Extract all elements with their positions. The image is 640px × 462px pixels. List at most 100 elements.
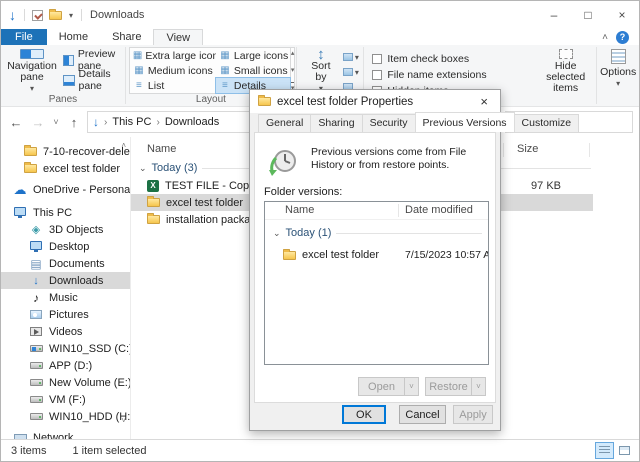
hide-selected-items-button[interactable]: Hide selected items bbox=[537, 49, 595, 94]
add-columns-button[interactable]: ▾ bbox=[343, 65, 359, 79]
tab-file[interactable]: File bbox=[1, 29, 47, 45]
gallery-down-icon[interactable]: ▾ bbox=[291, 66, 295, 74]
sidebar-item-onedrive[interactable]: ☁ OneDrive - Personal bbox=[1, 181, 130, 198]
open-dropdown-icon[interactable]: ˅ bbox=[404, 377, 419, 396]
file-name: TEST FILE - Copy bbox=[165, 180, 255, 192]
chevron-down-icon[interactable]: ⌄ bbox=[139, 163, 147, 174]
version-date: 7/15/2023 10:57 AM bbox=[405, 249, 489, 261]
column-divider[interactable] bbox=[589, 143, 590, 157]
gallery-up-icon[interactable]: ▴ bbox=[291, 49, 295, 57]
cancel-button[interactable]: Cancel bbox=[399, 405, 446, 424]
sort-by-button[interactable]: ↕ Sort by ▾ bbox=[305, 49, 337, 94]
sidebar-item-pictures[interactable]: Pictures bbox=[1, 306, 130, 323]
versions-column-date[interactable]: Date modified bbox=[405, 204, 473, 216]
versions-group-today[interactable]: ⌄ Today (1) bbox=[265, 224, 488, 242]
group-by-button[interactable]: ▾ bbox=[343, 50, 359, 64]
thumbnail-view-toggle[interactable] bbox=[616, 443, 633, 458]
column-header-name[interactable]: Name bbox=[147, 143, 176, 155]
forward-button[interactable]: → bbox=[29, 115, 47, 130]
column-divider[interactable] bbox=[503, 143, 504, 157]
tab-home[interactable]: Home bbox=[47, 29, 100, 45]
layout-list[interactable]: ≡List bbox=[130, 78, 216, 93]
open-button[interactable]: Open bbox=[358, 377, 404, 396]
back-button[interactable]: ← bbox=[7, 115, 25, 130]
breadcrumb-this-pc[interactable]: This PC bbox=[112, 116, 151, 128]
qat-customize-caret-icon[interactable]: ▾ bbox=[69, 11, 73, 20]
column-divider[interactable] bbox=[398, 204, 399, 217]
sidebar-item-label: Pictures bbox=[49, 309, 89, 321]
help-icon[interactable]: ? bbox=[616, 31, 629, 44]
sidebar-item-documents[interactable]: ▤ Documents bbox=[1, 255, 130, 272]
dialog-titlebar: excel test folder Properties × bbox=[250, 90, 500, 113]
column-header-size[interactable]: Size bbox=[517, 143, 538, 155]
apply-button[interactable]: Apply bbox=[453, 405, 493, 424]
dialog-tab-sharing[interactable]: Sharing bbox=[310, 114, 362, 132]
folder-versions-list[interactable]: Name Date modified ⌄ Today (1) excel tes… bbox=[264, 201, 489, 365]
navigation-pane-button[interactable]: Navigation pane ▾ bbox=[7, 49, 57, 94]
panes-group-label: Panes bbox=[1, 94, 125, 105]
sidebar-item-label: 3D Objects bbox=[49, 224, 103, 236]
sidebar-item-recover-folder[interactable]: 7-10-recover-delete bbox=[1, 143, 130, 160]
preview-pane-button[interactable]: Preview pane bbox=[63, 51, 125, 69]
layout-small-icons[interactable]: ▦Small icons bbox=[216, 63, 290, 78]
layout-extra-large-icons[interactable]: ▦Extra large icons bbox=[130, 48, 216, 63]
tab-view[interactable]: View bbox=[153, 29, 203, 45]
restore-dropdown-icon[interactable]: ˅ bbox=[471, 377, 486, 396]
ok-button[interactable]: OK bbox=[342, 405, 386, 424]
picture-icon bbox=[30, 310, 42, 319]
divider bbox=[336, 233, 482, 234]
item-check-boxes-label: Item check boxes bbox=[387, 53, 469, 65]
sidebar-item-win10-ssd[interactable]: WIN10_SSD (C:) bbox=[1, 340, 130, 357]
maximize-button[interactable]: □ bbox=[571, 1, 605, 29]
minimize-button[interactable]: – bbox=[537, 1, 571, 29]
qat-properties-icon[interactable] bbox=[32, 10, 43, 21]
breadcrumb-downloads[interactable]: Downloads bbox=[165, 116, 219, 128]
checkbox-icon[interactable] bbox=[372, 54, 382, 64]
dialog-tab-customize[interactable]: Customize bbox=[514, 114, 580, 132]
sidebar-item-this-pc[interactable]: This PC bbox=[1, 204, 130, 221]
scroll-up-icon[interactable]: ˄ bbox=[121, 141, 126, 150]
tab-share[interactable]: Share bbox=[100, 29, 153, 45]
scroll-down-icon[interactable]: ˅ bbox=[121, 416, 126, 425]
restore-button[interactable]: Restore bbox=[425, 377, 471, 396]
sidebar-item-new-volume[interactable]: New Volume (E:) bbox=[1, 374, 130, 391]
sidebar-item-label: Desktop bbox=[49, 241, 89, 253]
sidebar-item-3d-objects[interactable]: ◈ 3D Objects bbox=[1, 221, 130, 238]
up-button[interactable]: ↑ bbox=[65, 115, 83, 130]
sidebar-item-videos[interactable]: Videos bbox=[1, 323, 130, 340]
sidebar-item-music[interactable]: ♪ Music bbox=[1, 289, 130, 306]
checkbox-icon[interactable] bbox=[372, 70, 382, 80]
layout-item-label: Extra large icons bbox=[145, 50, 216, 62]
version-row-excel-test-folder[interactable]: excel test folder 7/15/2023 10:57 AM bbox=[265, 246, 488, 264]
dialog-tab-general[interactable]: General bbox=[258, 114, 311, 132]
file-name-extensions-option[interactable]: File name extensions bbox=[372, 67, 535, 83]
details-view-toggle[interactable] bbox=[596, 443, 613, 458]
dialog-tab-security[interactable]: Security bbox=[362, 114, 416, 132]
details-view-icon bbox=[599, 446, 610, 455]
details-pane-button[interactable]: Details pane bbox=[63, 71, 125, 89]
chevron-down-icon[interactable]: ⌄ bbox=[273, 228, 281, 239]
sidebar-item-label: Documents bbox=[49, 258, 105, 270]
sidebar-item-excel-test-folder[interactable]: excel test folder bbox=[1, 160, 130, 177]
dialog-tab-previous-versions[interactable]: Previous Versions bbox=[415, 112, 515, 132]
sidebar-item-downloads[interactable]: ↓ Downloads bbox=[1, 272, 130, 289]
close-button[interactable]: × bbox=[605, 1, 639, 29]
sort-by-label: Sort by bbox=[307, 61, 335, 83]
recent-locations-caret-icon[interactable]: ˅ bbox=[51, 117, 61, 127]
layout-medium-icons[interactable]: ▦Medium icons bbox=[130, 63, 216, 78]
options-icon bbox=[611, 49, 626, 64]
sidebar-item-label: Network bbox=[33, 432, 73, 440]
sidebar-item-network[interactable]: Network bbox=[1, 429, 130, 439]
sidebar-item-win10-hdd[interactable]: WIN10_HDD (H:) bbox=[1, 408, 130, 425]
dialog-close-button[interactable]: × bbox=[476, 94, 492, 109]
options-button[interactable]: Options ▾ bbox=[598, 49, 638, 94]
sidebar-item-desktop[interactable]: Desktop bbox=[1, 238, 130, 255]
sidebar-item-vm-drive[interactable]: VM (F:) bbox=[1, 391, 130, 408]
layout-large-icons[interactable]: ▦Large icons bbox=[216, 48, 290, 63]
collapse-ribbon-icon[interactable]: ˄ bbox=[602, 32, 608, 43]
versions-column-name[interactable]: Name bbox=[285, 204, 314, 216]
qat-new-folder-icon[interactable] bbox=[49, 11, 62, 20]
restore-split-button: Restore ˅ bbox=[425, 377, 486, 396]
sidebar-item-app-drive[interactable]: APP (D:) bbox=[1, 357, 130, 374]
item-check-boxes-option[interactable]: Item check boxes bbox=[372, 51, 535, 67]
